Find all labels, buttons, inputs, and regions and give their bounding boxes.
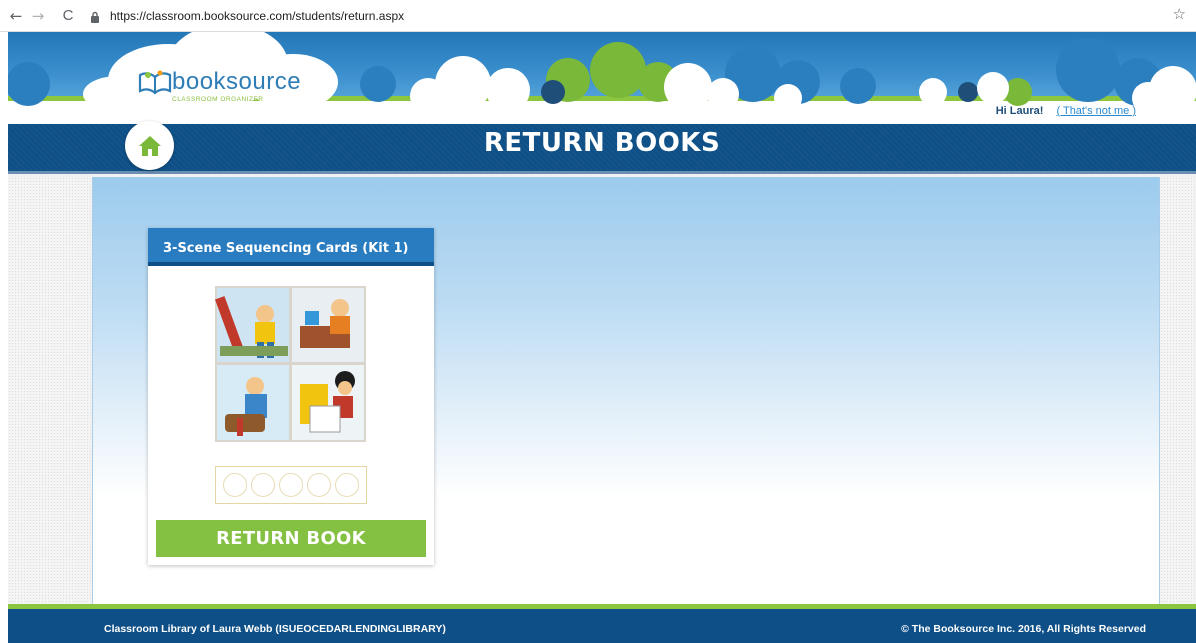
- site-header: booksource CLASSROOM ORGANIZER Hi Laura!…: [8, 32, 1196, 124]
- not-me-link[interactable]: ( That's not me ): [1056, 105, 1136, 117]
- logo-subtitle: CLASSROOM ORGANIZER: [172, 96, 264, 103]
- book-logo-icon: [138, 70, 172, 95]
- book-card: 3-Scene Sequencing Cards (Kit 1) RETURN …: [148, 228, 434, 565]
- left-gutter: [0, 32, 8, 643]
- greeting-text: Hi Laura!: [995, 105, 1044, 117]
- star-rating[interactable]: [215, 466, 367, 504]
- browser-toolbar: ← → C https://classroom.booksource.com/s…: [0, 0, 1196, 32]
- right-side-panel: [1160, 177, 1196, 604]
- book-title: 3-Scene Sequencing Cards (Kit 1): [148, 228, 434, 266]
- left-side-panel: [8, 177, 92, 604]
- return-book-button[interactable]: RETURN BOOK: [156, 520, 426, 557]
- title-bar: RETURN BOOKS: [8, 121, 1196, 174]
- lock-icon: [90, 10, 102, 23]
- page-title: RETURN BOOKS: [483, 128, 721, 158]
- booksource-logo[interactable]: booksource CLASSROOM ORGANIZER: [138, 68, 302, 103]
- footer-library-text: Classroom Library of Laura Webb (ISUEOCE…: [104, 623, 446, 635]
- footer-copyright: © The Booksource Inc. 2016, All Rights R…: [901, 623, 1146, 635]
- logo-wordmark: booksource: [172, 68, 302, 95]
- user-greeting: Hi Laura! ( That's not me ): [996, 105, 1136, 117]
- rating-circle-3[interactable]: [279, 473, 303, 497]
- bookmark-star-icon[interactable]: ☆: [1173, 5, 1186, 23]
- reload-icon[interactable]: C: [58, 6, 78, 26]
- rating-circle-1[interactable]: [223, 473, 247, 497]
- rating-circle-5[interactable]: [335, 473, 359, 497]
- footer: Classroom Library of Laura Webb (ISUEOCE…: [8, 604, 1196, 643]
- forward-icon[interactable]: →: [28, 6, 48, 26]
- rating-circle-4[interactable]: [307, 473, 331, 497]
- rating-circle-2[interactable]: [251, 473, 275, 497]
- address-bar[interactable]: https://classroom.booksource.com/student…: [90, 5, 1160, 27]
- back-icon[interactable]: ←: [6, 6, 26, 26]
- book-cover-image: [215, 286, 366, 442]
- url-text: https://classroom.booksource.com/student…: [110, 9, 405, 23]
